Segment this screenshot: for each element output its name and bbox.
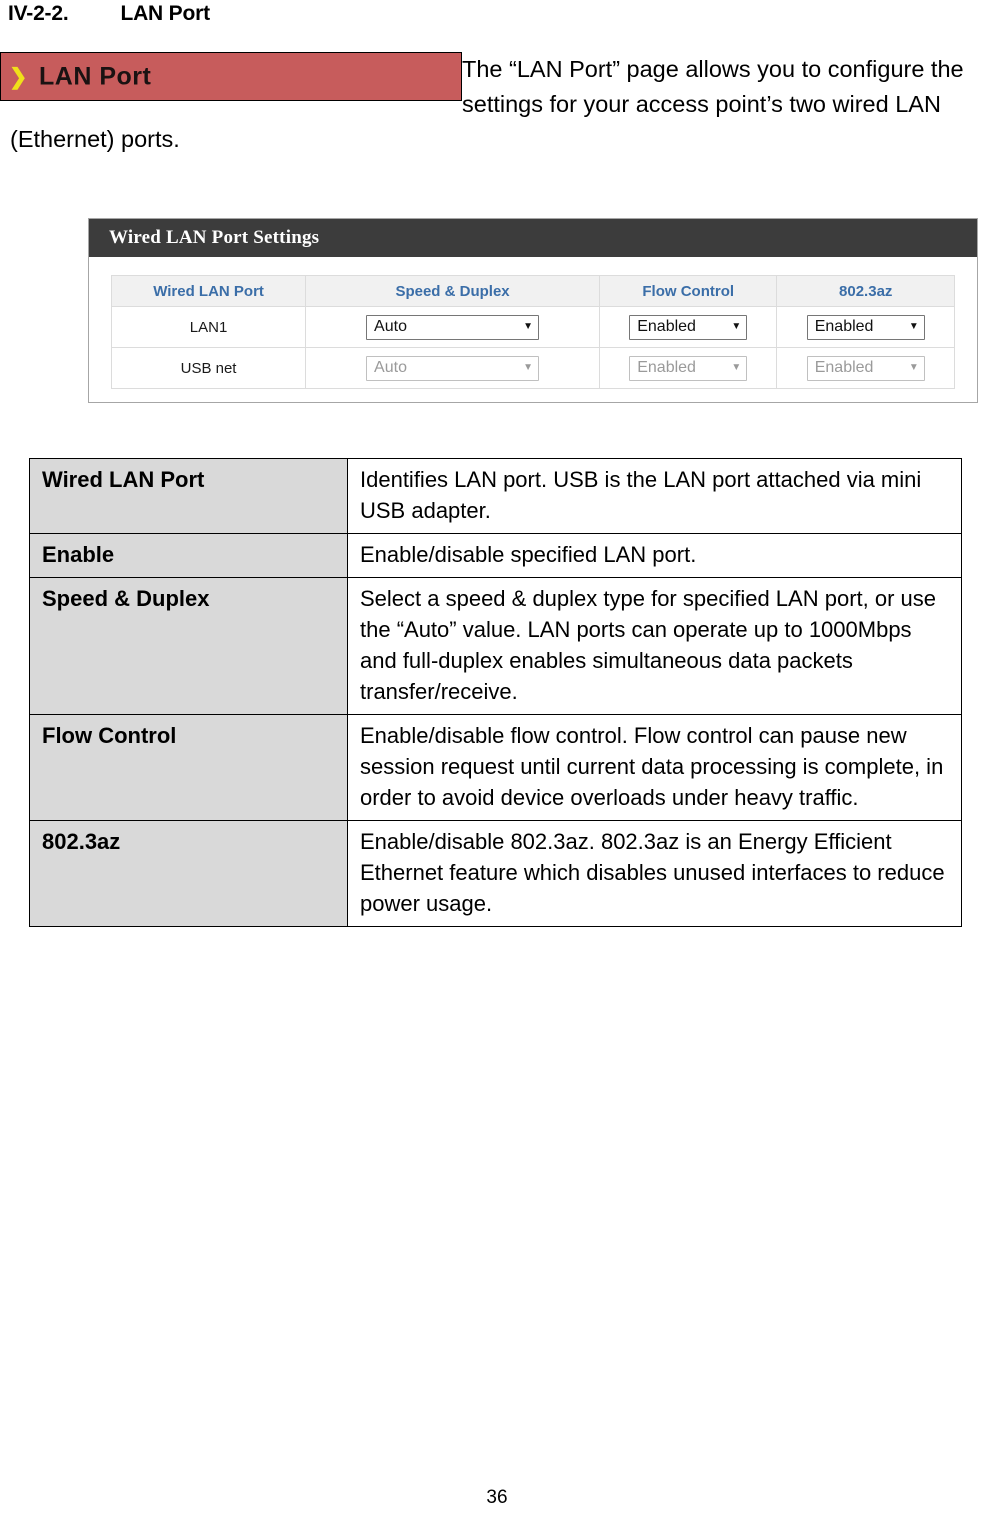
- field-description-table: Wired LAN Port Identifies LAN port. USB …: [29, 458, 962, 927]
- desc-label-wired-lan-port: Wired LAN Port: [29, 458, 348, 534]
- panel-titlebar: Wired LAN Port Settings: [89, 219, 977, 257]
- chevron-down-icon: ▼: [523, 321, 534, 332]
- wired-lan-port-settings-panel: Wired LAN Port Settings Wired LAN Port S…: [88, 218, 978, 403]
- desc-label-flow-control: Flow Control: [29, 714, 348, 821]
- column-header-flow-control: Flow Control: [598, 275, 778, 307]
- flow-control-value-lan1: Enabled: [637, 318, 696, 335]
- flow-control-select-lan1[interactable]: Enabled ▼: [629, 314, 748, 340]
- intro-block: ❯ LAN Port The “LAN Port” page allows yo…: [0, 52, 994, 157]
- page-number: 36: [486, 1487, 508, 1508]
- cell-speed-duplex-lan1: Auto ▼: [305, 306, 600, 348]
- cell-speed-duplex-usb-net: Auto ▼: [305, 347, 600, 389]
- speed-duplex-select-lan1[interactable]: Auto ▼: [366, 314, 540, 340]
- az-select-usb-net: Enabled ▼: [806, 355, 925, 381]
- chevron-down-icon: ▼: [908, 362, 919, 373]
- desc-label-speed-duplex: Speed & Duplex: [29, 577, 348, 715]
- section-title: LAN Port: [120, 2, 210, 25]
- table-row: Enable Enable/disable specified LAN port…: [29, 533, 962, 578]
- cell-port-usb-net: USB net: [110, 347, 307, 389]
- desc-value-802-3az: Enable/disable 802.3az. 802.3az is an En…: [347, 820, 962, 927]
- az-select-lan1[interactable]: Enabled ▼: [806, 314, 925, 340]
- column-header-wired-lan-port: Wired LAN Port: [110, 275, 307, 307]
- cell-flow-control-usb-net: Enabled ▼: [598, 347, 778, 389]
- table-row: Speed & Duplex Select a speed & duplex t…: [29, 577, 962, 715]
- chevron-down-icon: ▼: [523, 362, 534, 373]
- banner-label: LAN Port: [39, 62, 152, 90]
- desc-label-enable: Enable: [29, 533, 348, 578]
- wired-lan-port-table: Wired LAN Port Speed & Duplex Flow Contr…: [110, 275, 955, 389]
- table-row: USB net Auto ▼ Enabled ▼ Enabled ▼: [110, 347, 955, 389]
- lan-port-banner: ❯ LAN Port: [0, 52, 462, 101]
- section-number: IV-2-2.: [8, 2, 69, 25]
- desc-value-wired-lan-port: Identifies LAN port. USB is the LAN port…: [347, 458, 962, 534]
- desc-value-flow-control: Enable/disable flow control. Flow contro…: [347, 714, 962, 821]
- chevron-down-icon: ▼: [908, 321, 919, 332]
- az-value-usb-net: Enabled: [814, 359, 874, 376]
- desc-value-enable: Enable/disable specified LAN port.: [347, 533, 962, 578]
- table-header-row: Wired LAN Port Speed & Duplex Flow Contr…: [110, 275, 955, 307]
- column-header-speed-duplex: Speed & Duplex: [305, 275, 600, 307]
- table-row: 802.3az Enable/disable 802.3az. 802.3az …: [29, 820, 962, 927]
- flow-control-select-usb-net: Enabled ▼: [629, 355, 748, 381]
- panel-title: Wired LAN Port Settings: [109, 227, 320, 248]
- column-header-802-3az: 802.3az: [776, 275, 955, 307]
- chevron-right-icon: ❯: [9, 63, 28, 89]
- desc-label-802-3az: 802.3az: [29, 820, 348, 927]
- speed-duplex-value-lan1: Auto: [374, 318, 407, 335]
- page-title: IV-2-2. LAN Port: [8, 2, 210, 26]
- speed-duplex-select-usb-net: Auto ▼: [366, 355, 540, 381]
- chevron-down-icon: ▼: [731, 321, 742, 332]
- desc-value-speed-duplex: Select a speed & duplex type for specifi…: [347, 577, 962, 715]
- table-row: LAN1 Auto ▼ Enabled ▼ Enabled ▼: [110, 306, 955, 348]
- speed-duplex-value-usb-net: Auto: [374, 359, 407, 376]
- cell-802-3az-usb-net: Enabled ▼: [776, 347, 955, 389]
- cell-flow-control-lan1: Enabled ▼: [598, 306, 778, 348]
- table-row: Wired LAN Port Identifies LAN port. USB …: [29, 458, 962, 534]
- flow-control-value-usb-net: Enabled: [637, 359, 696, 376]
- chevron-down-icon: ▼: [731, 362, 742, 373]
- cell-802-3az-lan1: Enabled ▼: [776, 306, 955, 348]
- az-value-lan1: Enabled: [814, 318, 874, 335]
- panel-body: Wired LAN Port Speed & Duplex Flow Contr…: [89, 257, 977, 403]
- cell-port-lan1: LAN1: [110, 306, 307, 348]
- table-row: Flow Control Enable/disable flow control…: [29, 714, 962, 821]
